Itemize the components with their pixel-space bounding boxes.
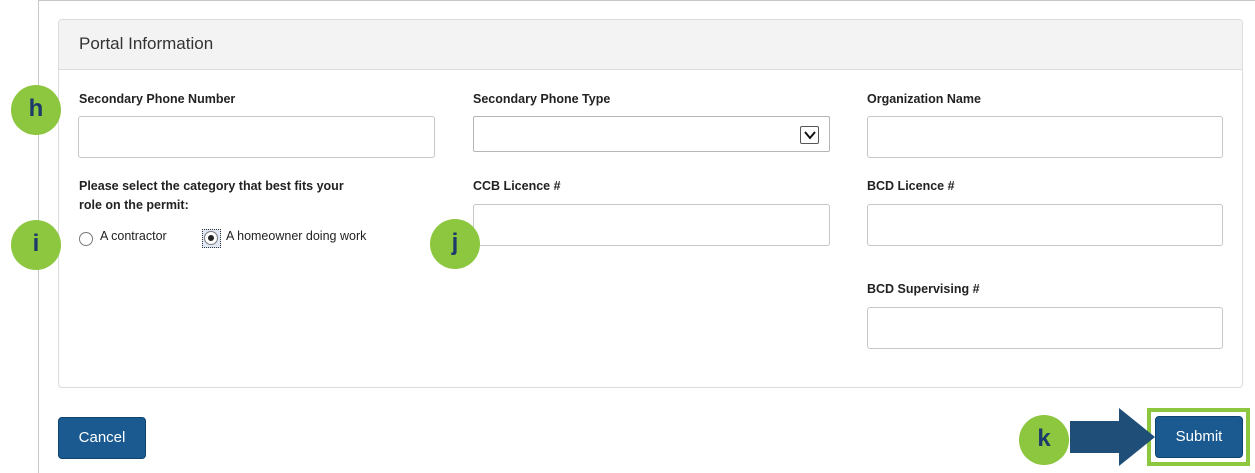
ccb-licence-label: CCB Licence # (473, 179, 561, 193)
annotation-marker-h: h (11, 85, 61, 135)
organization-name-input[interactable] (867, 116, 1223, 158)
cancel-button[interactable]: Cancel (58, 417, 146, 459)
bcd-licence-label: BCD Licence # (867, 179, 955, 193)
role-question-line2: role on the permit: (79, 198, 189, 212)
secondary-phone-number-label: Secondary Phone Number (79, 92, 236, 106)
chevron-down-icon[interactable] (800, 126, 819, 144)
secondary-phone-type-label: Secondary Phone Type (473, 92, 611, 106)
bcd-supervising-input[interactable] (867, 307, 1223, 349)
bcd-licence-input[interactable] (867, 204, 1223, 246)
radio-homeowner-label[interactable]: A homeowner doing work (226, 229, 366, 243)
panel-title: Portal Information (59, 20, 1242, 70)
annotation-marker-i: i (11, 220, 61, 270)
radio-homeowner[interactable] (204, 231, 218, 245)
ccb-licence-input[interactable] (473, 204, 830, 246)
radio-contractor[interactable] (79, 232, 93, 246)
radio-contractor-label[interactable]: A contractor (100, 229, 167, 243)
annotation-marker-j: j (430, 219, 480, 269)
annotation-arrow-shaft (1070, 421, 1124, 453)
annotation-marker-k: k (1019, 415, 1069, 465)
organization-name-label: Organization Name (867, 92, 981, 106)
submit-button[interactable]: Submit (1155, 416, 1243, 458)
secondary-phone-type-select[interactable] (473, 116, 830, 152)
role-question-line1: Please select the category that best fit… (79, 179, 344, 193)
bcd-supervising-label: BCD Supervising # (867, 282, 980, 296)
annotation-arrow-head (1119, 408, 1155, 466)
secondary-phone-number-input[interactable] (78, 116, 435, 158)
